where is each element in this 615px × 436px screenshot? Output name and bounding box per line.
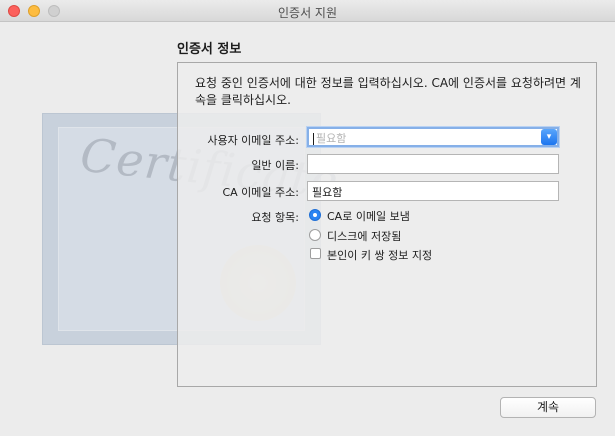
form-panel: 요청 중인 인증서에 대한 정보를 입력하십시오. CA에 인증서를 요청하려면… <box>177 62 597 387</box>
user-email-placeholder: 필요함 <box>316 132 347 145</box>
radio-save-disk[interactable] <box>309 229 321 241</box>
window-title: 인증서 지원 <box>277 6 337 20</box>
common-name-label: 일반 이름: <box>251 159 299 172</box>
radio-email-ca[interactable] <box>309 209 321 221</box>
text-caret <box>313 133 314 145</box>
title-bar: 인증서 지원 <box>0 0 615 22</box>
section-title: 인증서 정보 <box>177 42 242 57</box>
user-email-field[interactable]: 필요함 ▾ <box>307 127 559 147</box>
ca-email-field[interactable]: 필요함 <box>307 181 559 201</box>
radio-email-ca-label: CA로 이메일 보냄 <box>327 210 410 223</box>
continue-button[interactable]: 계속 <box>500 397 596 418</box>
instructions-text: 요청 중인 인증서에 대한 정보를 입력하십시오. CA에 인증서를 요청하려면… <box>195 76 581 107</box>
certificate-assistant-window: 인증서 지원 Certificate 인증서 정보 요청 중인 인증서에 대한 … <box>0 0 615 436</box>
radio-save-disk-label: 디스크에 저장됨 <box>327 230 402 243</box>
ca-email-label: CA 이메일 주소: <box>222 186 299 199</box>
common-name-field[interactable] <box>307 154 559 174</box>
request-label: 요청 항목: <box>251 211 299 224</box>
user-email-label: 사용자 이메일 주소: <box>207 134 299 147</box>
key-pair-checkbox[interactable] <box>310 248 321 259</box>
key-pair-checkbox-label: 본인이 키 쌍 정보 지정 <box>327 249 433 262</box>
email-dropdown-button[interactable]: ▾ <box>541 129 557 145</box>
